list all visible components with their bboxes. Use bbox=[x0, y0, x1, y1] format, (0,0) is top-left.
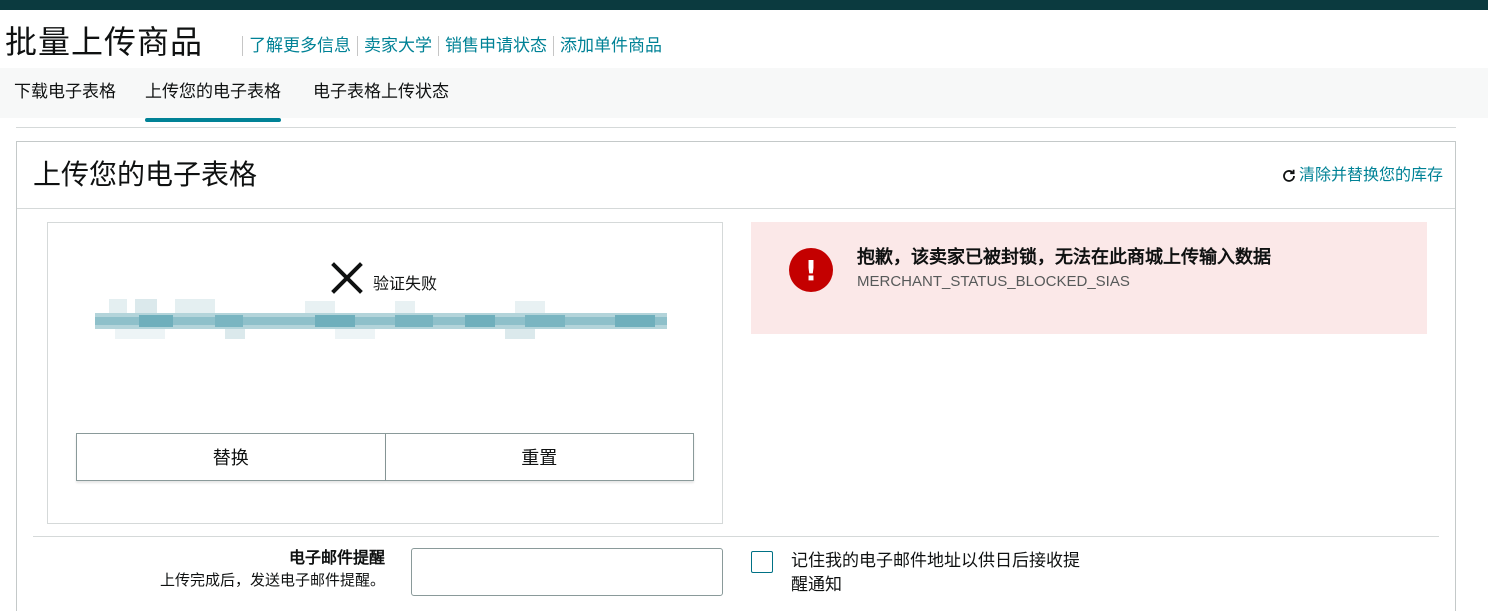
tab-bar: 下载电子表格 上传您的电子表格 电子表格上传状态 bbox=[0, 68, 1488, 122]
card-title: 上传您的电子表格 bbox=[33, 159, 258, 190]
upload-status-panel: 验证失败 替换 重置 bbox=[47, 222, 723, 524]
page-title: 批量上传商品 bbox=[5, 24, 204, 60]
alert-icon: ! bbox=[789, 248, 833, 292]
tab-download-spreadsheet[interactable]: 下载电子表格 bbox=[14, 80, 116, 104]
validation-failed-text: 验证失败 bbox=[373, 276, 438, 293]
email-field[interactable] bbox=[411, 548, 723, 596]
error-alert: ! 抱歉，该卖家已被封锁，无法在此商城上传输入数据 MERCHANT_STATU… bbox=[751, 222, 1427, 334]
close-x-icon bbox=[331, 262, 363, 294]
upload-card: 上传您的电子表格 清除并替换您的库存 验证失败 替换 重置 ! 抱歉，该卖家已被… bbox=[16, 141, 1456, 611]
link-separator bbox=[438, 36, 439, 56]
tab-upload-spreadsheet[interactable]: 上传您的电子表格 bbox=[145, 80, 281, 122]
link-separator bbox=[242, 36, 243, 56]
page-header: 批量上传商品 了解更多信息 卖家大学 销售申请状态 添加单件商品 bbox=[0, 10, 1488, 68]
remember-email-checkbox[interactable] bbox=[751, 551, 773, 573]
card-header: 上传您的电子表格 清除并替换您的库存 bbox=[17, 142, 1455, 209]
add-single-product-link[interactable]: 添加单件商品 bbox=[560, 34, 662, 58]
learn-more-link[interactable]: 了解更多信息 bbox=[249, 34, 351, 58]
email-alert-hint: 上传完成后，发送电子邮件提醒。 bbox=[159, 572, 385, 589]
email-alert-title: 电子邮件提醒 bbox=[288, 550, 385, 567]
seller-university-link[interactable]: 卖家大学 bbox=[364, 34, 432, 58]
error-code: MERCHANT_STATUS_BLOCKED_SIAS bbox=[857, 273, 1130, 290]
upload-actions: 替换 重置 bbox=[76, 433, 694, 481]
refresh-icon bbox=[1283, 169, 1295, 182]
email-alert-label: 电子邮件提醒 上传完成后，发送电子邮件提醒。 bbox=[160, 548, 385, 592]
sales-application-status-link[interactable]: 销售申请状态 bbox=[445, 34, 547, 58]
link-separator bbox=[357, 36, 358, 56]
reset-button[interactable]: 重置 bbox=[385, 433, 694, 481]
top-nav-bar bbox=[0, 0, 1488, 10]
error-title: 抱歉，该卖家已被封锁，无法在此商城上传输入数据 bbox=[857, 247, 1271, 267]
validation-status: 验证失败 bbox=[330, 261, 437, 295]
clear-replace-inventory-link[interactable]: 清除并替换您的库存 bbox=[1281, 164, 1443, 188]
link-separator bbox=[553, 36, 554, 56]
header-links: 了解更多信息 卖家大学 销售申请状态 添加单件商品 bbox=[236, 34, 662, 58]
replace-button[interactable]: 替换 bbox=[76, 433, 386, 481]
divider bbox=[16, 127, 1456, 128]
tab-upload-status[interactable]: 电子表格上传状态 bbox=[313, 80, 449, 104]
redacted-file-name bbox=[95, 299, 667, 343]
remember-email-label: 记住我的电子邮件地址以供日后接收提醒通知 bbox=[791, 551, 1080, 594]
clear-link-label: 清除并替换您的库存 bbox=[1298, 167, 1443, 184]
divider bbox=[33, 536, 1439, 537]
remember-email-option[interactable]: 记住我的电子邮件地址以供日后接收提醒通知 bbox=[751, 549, 1091, 597]
